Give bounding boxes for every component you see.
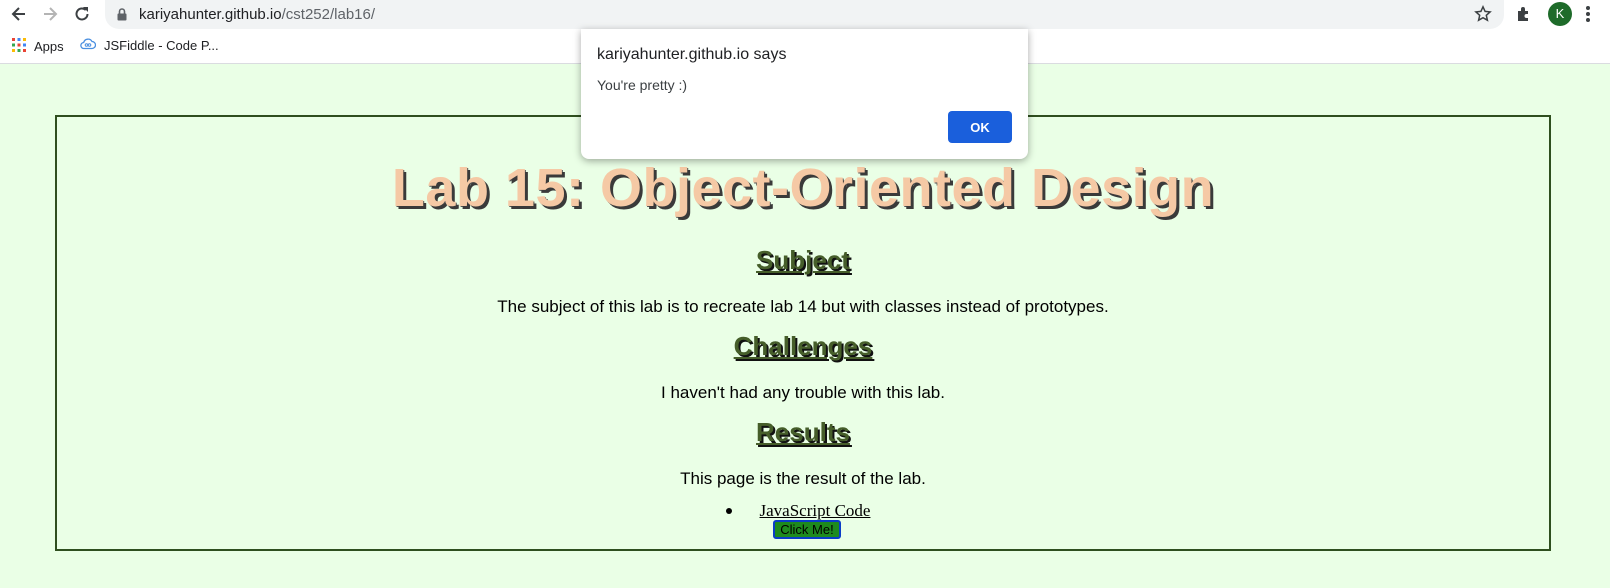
section-text-results: This page is the result of the lab. [680, 469, 926, 488]
section-text-subject: The subject of this lab is to recreate l… [497, 297, 1109, 316]
url-path: /cst252/lab16/ [281, 6, 376, 23]
bookmark-star-icon[interactable] [1474, 4, 1492, 28]
link-list: JavaScript Code [57, 501, 1549, 521]
javascript-code-link[interactable]: JavaScript Code [760, 501, 871, 520]
extensions-icon[interactable] [1515, 5, 1533, 28]
browser-menu-icon[interactable] [1585, 4, 1591, 29]
profile-avatar[interactable]: K [1548, 2, 1572, 26]
bullet-icon [725, 508, 732, 515]
click-me-button[interactable]: Click Me! [773, 520, 841, 539]
back-icon[interactable] [8, 3, 30, 25]
url-text[interactable]: kariyahunter.github.io/cst252/lab16/ [139, 6, 375, 23]
apps-grid-icon [12, 38, 26, 55]
section-heading-subject: Subject [756, 245, 850, 275]
section-text-challenges: I haven't had any trouble with this lab. [661, 383, 945, 402]
bookmark-label: Apps [34, 39, 64, 54]
section-heading-results: Results [756, 417, 850, 447]
alert-dialog: kariyahunter.github.io says You're prett… [581, 29, 1028, 159]
content-box: Lab 15: Object-Oriented Design Subject T… [55, 115, 1551, 551]
page-title: Lab 15: Object-Oriented Design [391, 158, 1215, 218]
bookmark-apps[interactable]: Apps [12, 38, 64, 55]
forward-icon[interactable] [39, 3, 61, 25]
url-host: kariyahunter.github.io [139, 6, 282, 23]
reload-icon[interactable] [71, 3, 93, 25]
ok-button[interactable]: OK [948, 111, 1012, 143]
section-heading-challenges: Challenges [733, 331, 873, 361]
jsfiddle-icon [80, 38, 97, 53]
dialog-title: kariyahunter.github.io says [597, 46, 787, 63]
lock-icon[interactable] [117, 8, 127, 26]
address-bar[interactable]: kariyahunter.github.io/cst252/lab16/ [105, 0, 1504, 29]
bookmark-jsfiddle[interactable]: JSFiddle - Code P... [80, 38, 219, 53]
list-item: JavaScript Code [57, 501, 1549, 521]
dialog-message: You're pretty :) [597, 77, 688, 93]
bookmark-label: JSFiddle - Code P... [104, 38, 219, 53]
browser-toolbar: kariyahunter.github.io/cst252/lab16/ K [0, 0, 1610, 29]
